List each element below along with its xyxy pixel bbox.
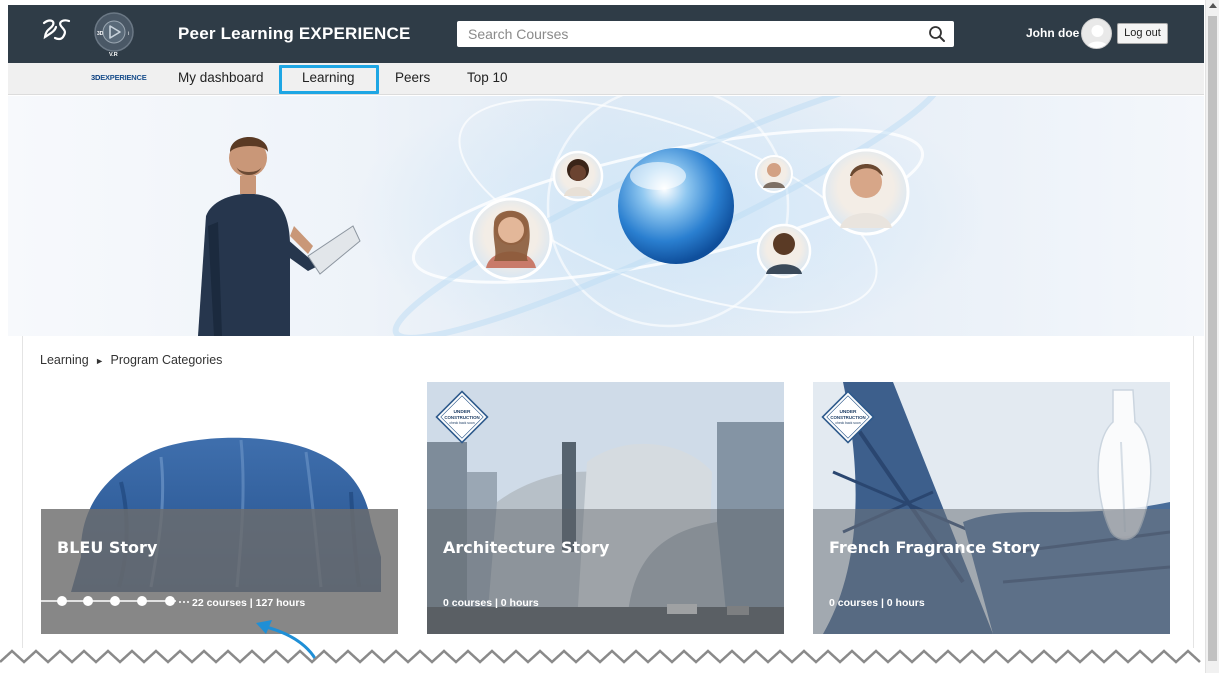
badge-line-3: check back soon xyxy=(835,421,860,425)
search-input[interactable] xyxy=(457,21,917,47)
under-construction-badge: UNDER CONSTRUCTION check back soon xyxy=(435,390,489,444)
avatar-placeholder-icon xyxy=(1086,25,1109,48)
card-overlay xyxy=(427,509,784,634)
breadcrumb-separator: ► xyxy=(95,356,105,366)
brand-3d-text: 3D xyxy=(91,73,101,82)
app-title: Peer Learning EXPERIENCE xyxy=(178,24,411,43)
badge-line-3: check back soon xyxy=(449,421,474,425)
under-construction-badge: UNDER CONSTRUCTION check back soon xyxy=(821,390,875,444)
main-nav: 3DEXPERIENCE My dashboard Learning Peers… xyxy=(8,63,1204,95)
compass-3d-text: 3D xyxy=(97,31,104,37)
app-header: 3D i V.R Peer Learning EXPERIENCE John d… xyxy=(8,5,1204,63)
logout-button[interactable]: Log out xyxy=(1117,23,1168,44)
nav-item-learning[interactable]: Learning xyxy=(302,70,355,85)
nav-item-peers[interactable]: Peers xyxy=(395,70,430,85)
card-title[interactable]: BLEU Story xyxy=(57,538,157,557)
category-card-bleu-story[interactable]: BLEU Story 22 courses | 127 hours xyxy=(41,382,398,634)
category-card-french-fragrance-story[interactable]: UNDER CONSTRUCTION check back soon Frenc… xyxy=(813,382,1170,634)
progress-dots xyxy=(41,596,189,606)
compass-i-text: i xyxy=(128,31,129,37)
brand-rest-text: EXPERIENCE xyxy=(100,73,147,82)
breadcrumb-learning-link[interactable]: Learning xyxy=(40,353,89,367)
user-name: John doe xyxy=(1026,26,1080,40)
card-title[interactable]: French Fragrance Story xyxy=(829,538,1040,557)
hero-illustration xyxy=(198,96,988,336)
card-meta: 0 courses | 0 hours xyxy=(443,597,539,609)
dassault-logo-icon[interactable] xyxy=(41,17,73,43)
hero-banner xyxy=(8,96,1204,336)
search-icon[interactable] xyxy=(928,25,946,43)
torn-edge-divider xyxy=(0,649,1219,673)
nav-item-top-10[interactable]: Top 10 xyxy=(467,70,508,85)
card-meta: 22 courses | 127 hours xyxy=(192,597,306,609)
badge-line-2: CONSTRUCTION xyxy=(830,415,865,420)
scroll-thumb[interactable] xyxy=(1208,16,1217,661)
badge-line-2: CONSTRUCTION xyxy=(444,415,479,420)
compass-vr-text: V.R xyxy=(109,52,118,58)
search-box xyxy=(457,21,954,47)
scroll-up-arrow-icon[interactable] xyxy=(1209,3,1217,8)
compass-icon[interactable]: 3D i V.R xyxy=(93,8,135,60)
brand-3dexperience: 3DEXPERIENCE xyxy=(91,73,147,82)
category-card-architecture-story[interactable]: UNDER CONSTRUCTION check back soon Archi… xyxy=(427,382,784,634)
card-title[interactable]: Architecture Story xyxy=(443,538,609,557)
vertical-scrollbar[interactable] xyxy=(1205,0,1219,673)
avatar[interactable] xyxy=(1081,18,1112,49)
nav-item-my-dashboard[interactable]: My dashboard xyxy=(178,70,264,85)
card-meta: 0 courses | 0 hours xyxy=(829,597,925,609)
breadcrumb-current: Program Categories xyxy=(110,353,223,367)
breadcrumb: Learning ► Program Categories xyxy=(40,353,222,367)
card-overlay xyxy=(813,509,1170,634)
